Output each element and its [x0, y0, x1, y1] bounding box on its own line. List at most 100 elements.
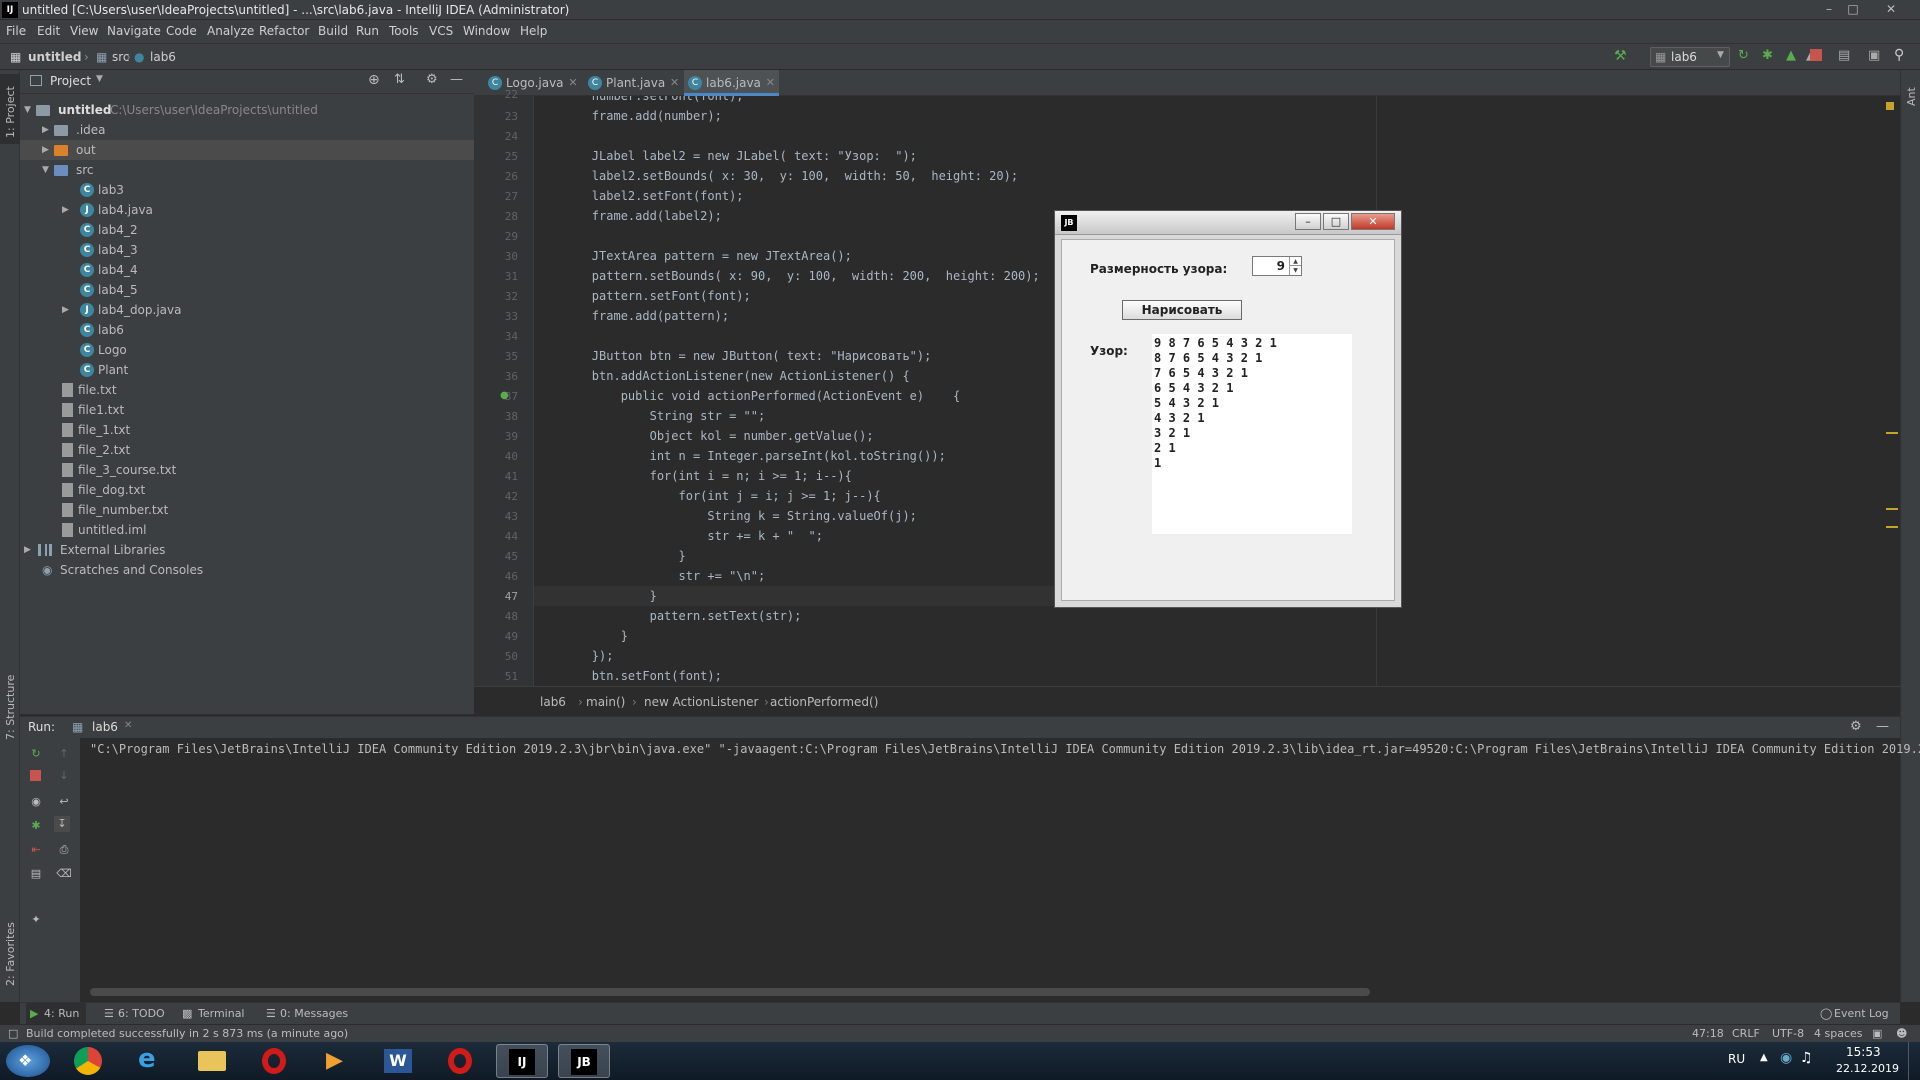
ant-tool-tab[interactable]: Ant	[1901, 76, 1920, 116]
maximize-window-button[interactable]: □	[1844, 1, 1862, 17]
language-indicator[interactable]: RU	[1728, 1052, 1745, 1066]
breadcrumb-anon-class[interactable]: new ActionListener	[644, 695, 758, 709]
menu-analyze[interactable]: Analyze	[207, 24, 254, 38]
tree-item-lab4-3[interactable]: C lab4_3	[20, 240, 474, 260]
nav-project[interactable]: untitled	[28, 50, 82, 64]
rerun-icon[interactable]: ↻	[28, 746, 44, 762]
draw-button[interactable]: Нарисовать	[1122, 300, 1242, 320]
debug-icon[interactable]: ✱	[1762, 48, 1773, 63]
layout-icon[interactable]: ▣	[1868, 48, 1880, 63]
pin-icon[interactable]: ✦	[28, 912, 44, 928]
tree-item-lab3[interactable]: C lab3	[20, 180, 474, 200]
run-config-select[interactable]: ▦ lab6 ▼	[1650, 47, 1730, 67]
tree-item-file1-txt[interactable]: file1.txt	[20, 400, 474, 420]
close-tab-icon[interactable]: ✕	[568, 70, 577, 96]
pattern-size-spinner[interactable]: 9 ▲ ▼	[1252, 256, 1302, 276]
indent-setting[interactable]: 4 spaces	[1814, 1027, 1863, 1040]
console-horizontal-scrollbar[interactable]	[90, 988, 1370, 996]
tray-app-icon[interactable]: ◉	[1780, 1050, 1792, 1066]
tool-tab-todo[interactable]: ☰ 6: TODO	[102, 1003, 168, 1025]
run-tab-lab6[interactable]: ▦ lab6 ✕	[68, 717, 138, 739]
spinner-up-icon[interactable]: ▲	[1289, 257, 1301, 266]
camera-icon[interactable]: ◉	[28, 794, 44, 810]
taskbar-chrome[interactable]	[62, 1044, 114, 1078]
tool-tab-run[interactable]: ▶ 4: Run	[26, 1003, 86, 1025]
status-message[interactable]: Build completed successfully in 2 s 873 …	[26, 1027, 348, 1040]
swing-close-button[interactable]: ✕	[1351, 213, 1395, 230]
tree-item-lab4-4[interactable]: C lab4_4	[20, 260, 474, 280]
breadcrumb-current-method[interactable]: actionPerformed()	[770, 695, 878, 709]
gear-icon[interactable]: ⚙	[1850, 719, 1862, 734]
tree-item-file-txt[interactable]: file.txt	[20, 380, 474, 400]
tray-expand-icon[interactable]: ▲	[1760, 1052, 1768, 1063]
clock-time[interactable]: 15:53	[1846, 1045, 1881, 1059]
tree-item-untitled[interactable]: ▼ untitled C:\Users\user\IdeaProjects\un…	[20, 100, 474, 120]
tree-item-file-number-txt[interactable]: file_number.txt	[20, 500, 474, 520]
scroll-to-end-icon[interactable]: ↧	[54, 816, 70, 832]
expand-arrow-icon[interactable]: ▼	[24, 100, 34, 120]
inspector-icon[interactable]: ☻	[1896, 1027, 1907, 1040]
menu-navigate[interactable]: Navigate	[107, 24, 161, 38]
build-hammer-icon[interactable]: ⚒	[1614, 48, 1627, 64]
tree-item-logo[interactable]: C Logo	[20, 340, 474, 360]
taskbar-ie[interactable]: e	[124, 1044, 176, 1078]
soft-wrap-icon[interactable]: ↩	[56, 794, 72, 810]
stop-icon[interactable]	[1810, 49, 1822, 61]
tree-item-lab4-dop-java[interactable]: ▶ J lab4_dop.java	[20, 300, 474, 320]
swing-maximize-button[interactable]: □	[1323, 213, 1349, 230]
close-tab-icon[interactable]: ✕	[124, 720, 132, 731]
tree-item-lab4-5[interactable]: C lab4_5	[20, 280, 474, 300]
menu-code[interactable]: Code	[166, 24, 197, 38]
tree-item-out[interactable]: ▶ out	[20, 140, 474, 160]
taskbar-explorer[interactable]	[186, 1044, 238, 1078]
show-desktop-button[interactable]	[1908, 1042, 1920, 1080]
gear-icon[interactable]: ⚙	[426, 72, 438, 87]
menu-edit[interactable]: Edit	[37, 24, 60, 38]
pattern-textarea[interactable]: 9 8 7 6 5 4 3 2 1 8 7 6 5 4 3 2 1 7 6 5 …	[1152, 334, 1352, 534]
structure-tool-tab[interactable]: 7: Structure	[0, 660, 20, 750]
tab-lab6-java[interactable]: C lab6.java ✕	[684, 70, 779, 96]
close-window-button[interactable]: ✕	[1868, 1, 1914, 17]
spinner-down-icon[interactable]: ▼	[1289, 266, 1301, 275]
error-stripe-marker[interactable]	[1886, 526, 1898, 528]
tree-item-lab4-2[interactable]: C lab4_2	[20, 220, 474, 240]
tool-tab-messages[interactable]: ☰ 0: Messages	[264, 1003, 354, 1025]
taskbar-intellij[interactable]: IJ	[496, 1044, 548, 1078]
rerun-icon[interactable]: ↻	[1738, 48, 1749, 63]
line-separator[interactable]: CRLF	[1732, 1027, 1760, 1040]
breadcrumb-method[interactable]: main()	[586, 695, 625, 709]
error-stripe-marker[interactable]	[1886, 432, 1898, 434]
tree-item-src[interactable]: ▼ src	[20, 160, 474, 180]
expand-arrow-icon[interactable]: ▶	[42, 120, 52, 140]
project-structure-icon[interactable]: ▤	[1838, 48, 1850, 63]
project-tool-tab[interactable]: 1: Project	[0, 74, 20, 144]
collapse-all-icon[interactable]: ⇅	[394, 72, 405, 87]
tree-item-lab6[interactable]: C lab6	[20, 320, 474, 340]
tree-item-file-2-txt[interactable]: file_2.txt	[20, 440, 474, 460]
tree-item-plant[interactable]: C Plant	[20, 360, 474, 380]
locate-icon[interactable]: ⊕	[368, 72, 380, 88]
volume-icon[interactable]: ♫	[1800, 1050, 1813, 1066]
menu-window[interactable]: Window	[463, 24, 510, 38]
tree-item-lab4-java[interactable]: ▶ J lab4.java	[20, 200, 474, 220]
tree-item-file-dog-txt[interactable]: file_dog.txt	[20, 480, 474, 500]
expand-arrow-icon[interactable]: ▶	[24, 540, 34, 560]
search-everywhere-icon[interactable]: ⚲	[1894, 47, 1904, 63]
close-tab-icon[interactable]: ✕	[670, 70, 679, 96]
taskbar-word[interactable]: W	[372, 1044, 424, 1078]
menu-build[interactable]: Build	[318, 24, 348, 38]
lock-icon[interactable]: ▣	[1872, 1027, 1882, 1040]
inspection-status-icon[interactable]	[1886, 102, 1894, 110]
favorites-tool-tab[interactable]: 2: Favorites	[0, 902, 20, 992]
hide-panel-icon[interactable]: —	[450, 72, 463, 87]
tool-tab-terminal[interactable]: ▩ Terminal	[180, 1003, 250, 1025]
up-arrow-icon[interactable]: ↑	[56, 746, 72, 762]
error-stripe-marker[interactable]	[1886, 508, 1898, 510]
tree-item-scratches[interactable]: ◉ Scratches and Consoles	[20, 560, 474, 580]
caret-position[interactable]: 47:18	[1692, 1027, 1724, 1040]
coverage-icon[interactable]: ▲	[1786, 48, 1796, 63]
menu-help[interactable]: Help	[520, 24, 547, 38]
tree-item-untitled-iml[interactable]: untitled.iml	[20, 520, 474, 540]
expand-arrow-icon[interactable]: ▶	[42, 140, 52, 160]
expand-arrow-icon[interactable]: ▼	[42, 160, 52, 180]
